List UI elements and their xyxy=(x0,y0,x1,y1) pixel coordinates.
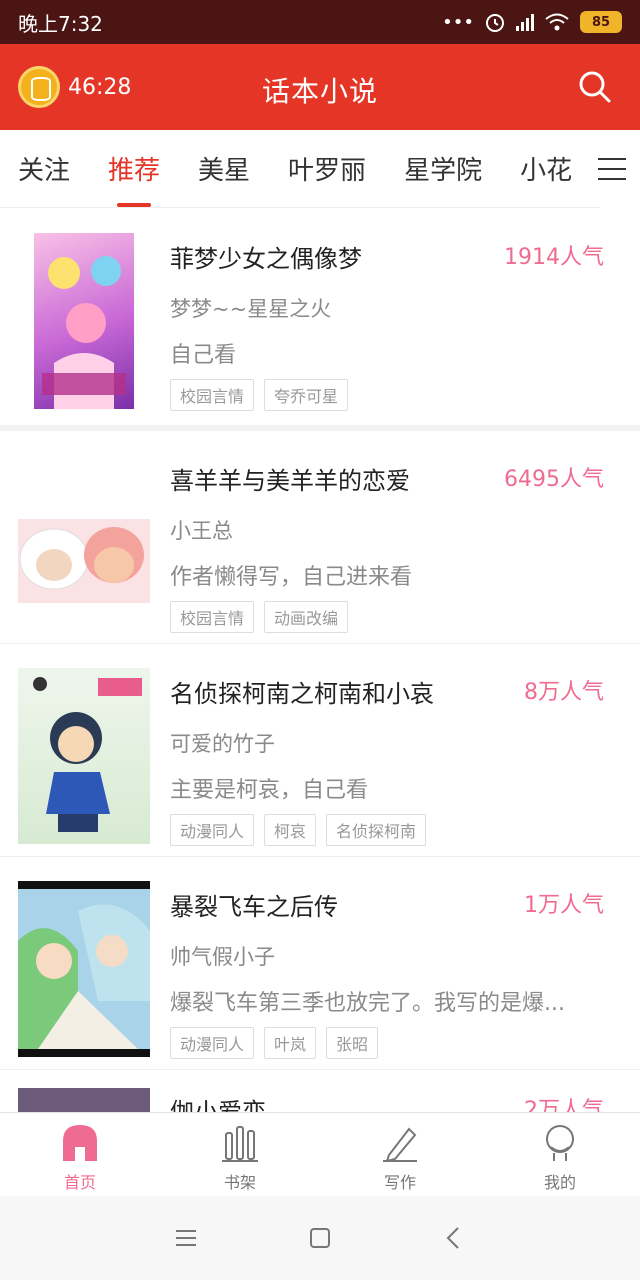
list-item[interactable]: 菲梦少女之偶像梦 1914人气 梦梦~~星星之火 自己看 校园言情 夸乔可星 xyxy=(0,209,640,431)
menu-icon[interactable] xyxy=(598,158,626,180)
category-tabs: 关注 推荐 美星 叶罗丽 星学院 小花 xyxy=(0,130,640,208)
tag-list: 动漫同人 柯哀 名侦探柯南 xyxy=(170,814,427,846)
tab-xiaohua[interactable]: 小花 xyxy=(520,150,572,187)
tab-xingxueyuan[interactable]: 星学院 xyxy=(404,150,482,187)
nav-profile[interactable]: 我的 xyxy=(480,1113,640,1196)
tab-recommend[interactable]: 推荐 xyxy=(108,150,160,187)
status-time: 晚上7:32 xyxy=(18,11,103,36)
book-cover xyxy=(18,668,150,844)
status-bar: 晚上7:32 ••• 85 xyxy=(0,0,640,44)
book-author: 梦梦~~星星之火 xyxy=(170,297,332,321)
nav-label: 我的 xyxy=(543,1173,576,1192)
tag-list: 动漫同人 叶岚 张昭 xyxy=(170,1027,379,1059)
signal-icon xyxy=(516,13,534,31)
user-icon xyxy=(546,1125,574,1161)
nav-label: 首页 xyxy=(63,1173,96,1192)
status-icons: ••• 85 xyxy=(442,11,622,33)
book-tag[interactable]: 校园言情 xyxy=(170,601,255,633)
tab-yeluoli[interactable]: 叶罗丽 xyxy=(288,150,366,187)
system-nav-bar xyxy=(0,1196,640,1280)
nav-write[interactable]: 写作 xyxy=(320,1113,480,1196)
nav-label: 书架 xyxy=(223,1173,256,1192)
book-tag[interactable]: 名侦探柯南 xyxy=(326,814,427,846)
book-tag[interactable]: 柯哀 xyxy=(264,814,317,846)
home-icon xyxy=(63,1125,97,1161)
pencil-icon xyxy=(383,1127,417,1163)
tag-list: 校园言情 动画改编 xyxy=(170,601,349,633)
tab-follow[interactable]: 关注 xyxy=(18,150,70,187)
wifi-icon xyxy=(545,13,569,31)
nav-bookshelf[interactable]: 书架 xyxy=(160,1113,320,1196)
bookshelf-icon xyxy=(222,1126,258,1162)
tab-meixing[interactable]: 美星 xyxy=(198,150,250,187)
popularity: 1914人气 xyxy=(504,245,604,270)
back-icon[interactable] xyxy=(442,1226,466,1250)
nav-label: 写作 xyxy=(383,1173,416,1192)
book-desc: 作者懒得写，自己进来看 xyxy=(170,565,413,590)
book-title: 菲梦少女之偶像梦 xyxy=(170,245,362,273)
book-desc: 自己看 xyxy=(170,343,237,368)
book-desc: 爆裂飞车第三季也放完了。我写的是爆... xyxy=(170,991,565,1016)
book-title: 暴裂飞车之后传 xyxy=(170,893,338,921)
book-desc: 主要是柯哀，自己看 xyxy=(170,778,369,803)
more-dots-icon: ••• xyxy=(442,11,474,33)
book-tag[interactable]: 校园言情 xyxy=(170,379,255,411)
popularity: 1万人气 xyxy=(524,893,604,918)
book-tag[interactable]: 动漫同人 xyxy=(170,814,255,846)
book-author: 小王总 xyxy=(170,519,233,543)
book-title: 名侦探柯南之柯南和小哀 xyxy=(170,680,434,708)
book-list: 菲梦少女之偶像梦 1914人气 梦梦~~星星之火 自己看 校园言情 夸乔可星 喜… xyxy=(0,209,640,1130)
battery-icon: 85 xyxy=(580,11,622,33)
popularity: 8万人气 xyxy=(524,680,604,705)
book-author: 帅气假小子 xyxy=(170,945,275,969)
app-bar: 46:28 话本小说 xyxy=(0,44,640,130)
book-author: 可爱的竹子 xyxy=(170,732,275,756)
nav-home[interactable]: 首页 xyxy=(0,1113,160,1196)
search-icon[interactable] xyxy=(576,68,612,104)
book-title: 喜羊羊与美羊羊的恋爱 xyxy=(170,467,410,495)
recent-apps-icon[interactable] xyxy=(174,1226,198,1250)
book-tag[interactable]: 动画改编 xyxy=(264,601,349,633)
book-cover xyxy=(18,455,150,631)
home-square-icon[interactable] xyxy=(308,1226,332,1250)
app-title: 话本小说 xyxy=(261,75,378,108)
popularity: 6495人气 xyxy=(504,467,604,492)
book-tag[interactable]: 动漫同人 xyxy=(170,1027,255,1059)
book-cover xyxy=(34,233,134,409)
tag-list: 校园言情 夸乔可星 xyxy=(170,379,349,411)
book-tag[interactable]: 夸乔可星 xyxy=(264,379,349,411)
list-item[interactable]: 喜羊羊与美羊羊的恋爱 6495人气 小王总 作者懒得写，自己进来看 校园言情 动… xyxy=(0,431,640,644)
bottom-nav: 首页 书架 写作 我的 xyxy=(0,1112,640,1196)
list-item[interactable]: 名侦探柯南之柯南和小哀 8万人气 可爱的竹子 主要是柯哀，自己看 动漫同人 柯哀… xyxy=(0,644,640,857)
alarm-icon xyxy=(486,14,504,32)
book-tag[interactable]: 叶岚 xyxy=(264,1027,317,1059)
list-item[interactable]: 暴裂飞车之后传 1万人气 帅气假小子 爆裂飞车第三季也放完了。我写的是爆... … xyxy=(0,857,640,1070)
book-tag[interactable]: 张昭 xyxy=(326,1027,379,1059)
book-cover xyxy=(18,881,150,1057)
